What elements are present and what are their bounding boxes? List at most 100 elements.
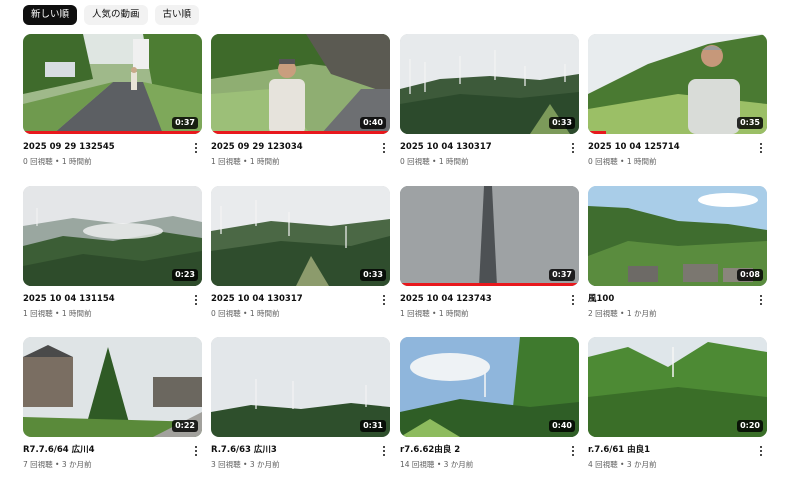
watch-progress-bar: [211, 131, 390, 134]
view-count: 2 回視聴: [588, 309, 618, 318]
video-title[interactable]: R7.7.6/64 広川4: [23, 444, 202, 456]
video-card[interactable]: 0:22 R7.7.6/64 広川4 7 回視聴 • 3 か月前: [23, 337, 202, 484]
video-thumbnail[interactable]: 0:33: [211, 186, 390, 286]
video-title[interactable]: r.7.6/61 由良1: [588, 444, 767, 456]
video-duration: 0:20: [737, 420, 763, 432]
video-title[interactable]: R.7.6/63 広川3: [211, 444, 390, 456]
upload-age: 1 時間前: [61, 309, 92, 318]
video-thumbnail[interactable]: 0:40: [400, 337, 579, 437]
upload-age: 1 か月前: [626, 309, 657, 318]
video-stats: 0 回視聴 • 1 時間前: [23, 156, 202, 168]
video-stats: 4 回視聴 • 3 か月前: [588, 459, 767, 471]
more-options-icon[interactable]: [378, 141, 390, 155]
more-options-icon[interactable]: [755, 141, 767, 155]
video-card[interactable]: 0:40 r7.6.62由良 2 14 回視聴 • 3 か月前: [400, 337, 579, 484]
more-options-icon[interactable]: [190, 141, 202, 155]
video-card[interactable]: 0:08 風100 2 回視聴 • 1 か月前: [588, 186, 767, 333]
video-card[interactable]: 0:33 2025 10 04 130317 0 回視聴 • 1 時間前: [400, 34, 579, 181]
video-duration: 0:35: [737, 117, 763, 129]
view-count: 1 回視聴: [400, 309, 430, 318]
video-meta: 2025 10 04 123743 1 回視聴 • 1 時間前: [400, 293, 579, 333]
more-options-icon[interactable]: [190, 293, 202, 307]
video-thumbnail[interactable]: 0:08: [588, 186, 767, 286]
video-card[interactable]: 0:23 2025 10 04 131154 1 回視聴 • 1 時間前: [23, 186, 202, 333]
video-card[interactable]: 0:37 2025 09 29 132545 0 回視聴 • 1 時間前: [23, 34, 202, 181]
video-duration: 0:40: [549, 420, 575, 432]
upload-age: 1 時間前: [438, 157, 469, 166]
video-meta: 2025 10 04 130317 0 回視聴 • 1 時間前: [211, 293, 390, 333]
video-duration: 0:08: [737, 269, 763, 281]
video-card[interactable]: 0:37 2025 10 04 123743 1 回視聴 • 1 時間前: [400, 186, 579, 333]
separator-dot: •: [429, 157, 439, 166]
video-thumbnail[interactable]: 0:20: [588, 337, 767, 437]
video-title[interactable]: 2025 10 04 125714: [588, 141, 767, 153]
separator-dot: •: [434, 460, 444, 469]
video-card[interactable]: 0:20 r.7.6/61 由良1 4 回視聴 • 3 か月前: [588, 337, 767, 484]
video-duration: 0:37: [549, 269, 575, 281]
view-count: 7 回視聴: [23, 460, 53, 469]
video-thumbnail[interactable]: 0:22: [23, 337, 202, 437]
more-options-icon[interactable]: [190, 444, 202, 458]
separator-dot: •: [429, 309, 439, 318]
video-title[interactable]: 2025 10 04 130317: [400, 141, 579, 153]
video-card[interactable]: 0:31 R.7.6/63 広川3 3 回視聴 • 3 か月前: [211, 337, 390, 484]
filter-chip-newest[interactable]: 新しい順: [23, 5, 78, 25]
video-meta: 2025 09 29 132545 0 回視聴 • 1 時間前: [23, 141, 202, 181]
view-count: 1 回視聴: [211, 157, 241, 166]
upload-age: 3 か月前: [443, 460, 474, 469]
separator-dot: •: [240, 460, 250, 469]
filter-chip-oldest[interactable]: 古い順: [154, 5, 200, 25]
video-stats: 0 回視聴 • 1 時間前: [211, 308, 390, 320]
separator-dot: •: [617, 309, 627, 318]
video-meta: r7.6.62由良 2 14 回視聴 • 3 か月前: [400, 444, 579, 484]
filter-chip-popular[interactable]: 人気の動画: [84, 5, 148, 25]
video-title[interactable]: 2025 09 29 132545: [23, 141, 202, 153]
video-stats: 14 回視聴 • 3 か月前: [400, 459, 579, 471]
more-options-icon[interactable]: [378, 293, 390, 307]
upload-age: 3 か月前: [626, 460, 657, 469]
video-thumbnail[interactable]: 0:37: [23, 34, 202, 134]
video-stats: 0 回視聴 • 1 時間前: [400, 156, 579, 168]
video-card[interactable]: 0:40 2025 09 29 123034 1 回視聴 • 1 時間前: [211, 34, 390, 181]
video-title[interactable]: 風100: [588, 293, 767, 305]
video-duration: 0:23: [172, 269, 198, 281]
upload-age: 3 か月前: [249, 460, 280, 469]
video-thumbnail[interactable]: 0:40: [211, 34, 390, 134]
upload-age: 1 時間前: [249, 157, 280, 166]
video-duration: 0:31: [360, 420, 386, 432]
video-meta: R.7.6/63 広川3 3 回視聴 • 3 か月前: [211, 444, 390, 484]
video-stats: 2 回視聴 • 1 か月前: [588, 308, 767, 320]
video-title[interactable]: 2025 10 04 130317: [211, 293, 390, 305]
more-options-icon[interactable]: [567, 141, 579, 155]
upload-age: 1 時間前: [626, 157, 657, 166]
video-meta: 風100 2 回視聴 • 1 か月前: [588, 293, 767, 333]
more-options-icon[interactable]: [378, 444, 390, 458]
view-count: 4 回視聴: [588, 460, 618, 469]
more-options-icon[interactable]: [567, 293, 579, 307]
video-stats: 1 回視聴 • 1 時間前: [400, 308, 579, 320]
video-duration: 0:22: [172, 420, 198, 432]
video-duration: 0:37: [172, 117, 198, 129]
upload-age: 3 か月前: [61, 460, 92, 469]
video-title[interactable]: 2025 10 04 131154: [23, 293, 202, 305]
video-duration: 0:40: [360, 117, 386, 129]
sort-filter-chips: 新しい順 人気の動画 古い順: [23, 5, 200, 25]
video-title[interactable]: 2025 09 29 123034: [211, 141, 390, 153]
view-count: 3 回視聴: [211, 460, 241, 469]
more-options-icon[interactable]: [755, 444, 767, 458]
video-thumbnail[interactable]: 0:23: [23, 186, 202, 286]
video-title[interactable]: 2025 10 04 123743: [400, 293, 579, 305]
video-thumbnail[interactable]: 0:35: [588, 34, 767, 134]
video-thumbnail[interactable]: 0:37: [400, 186, 579, 286]
video-thumbnail[interactable]: 0:33: [400, 34, 579, 134]
more-options-icon[interactable]: [567, 444, 579, 458]
video-thumbnail[interactable]: 0:31: [211, 337, 390, 437]
video-title[interactable]: r7.6.62由良 2: [400, 444, 579, 456]
more-options-icon[interactable]: [755, 293, 767, 307]
video-meta: 2025 10 04 131154 1 回視聴 • 1 時間前: [23, 293, 202, 333]
watch-progress-bar: [588, 131, 606, 134]
separator-dot: •: [617, 157, 627, 166]
view-count: 0 回視聴: [588, 157, 618, 166]
video-card[interactable]: 0:35 2025 10 04 125714 0 回視聴 • 1 時間前: [588, 34, 767, 181]
video-card[interactable]: 0:33 2025 10 04 130317 0 回視聴 • 1 時間前: [211, 186, 390, 333]
